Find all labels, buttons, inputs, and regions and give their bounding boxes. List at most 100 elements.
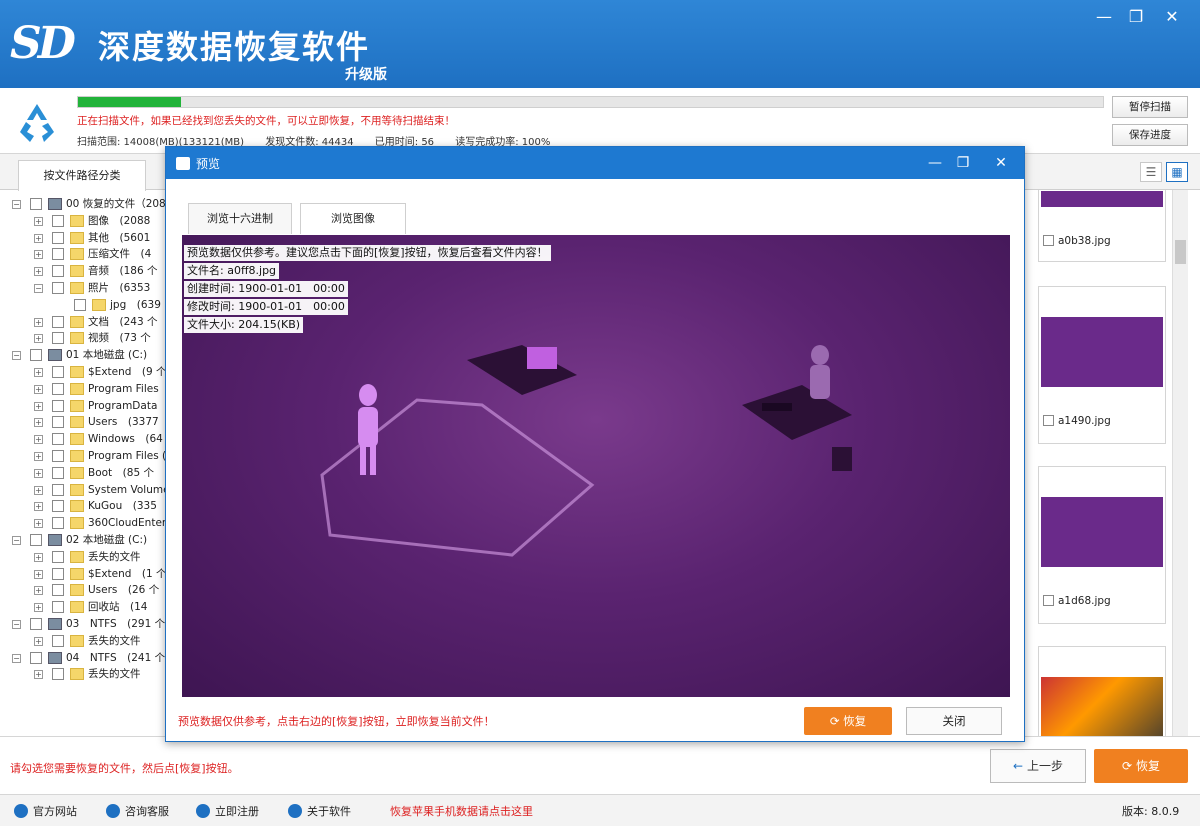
expand-icon[interactable]: + <box>34 670 43 680</box>
tree-row[interactable]: +360CloudEnter <box>8 515 168 532</box>
tree-row[interactable]: + 音频 (186 个 <box>8 263 168 280</box>
expand-icon[interactable]: + <box>34 468 43 478</box>
tree-checkbox[interactable] <box>52 416 64 429</box>
expand-icon[interactable]: + <box>34 636 43 646</box>
tab-by-path[interactable]: 按文件路径分类 <box>18 160 146 191</box>
tree-row[interactable]: + Windows (64 <box>8 431 168 448</box>
tree-checkbox[interactable] <box>74 298 86 311</box>
tree-row[interactable]: − 照片 (6353 <box>8 280 168 297</box>
tree-row[interactable]: + $Extend (9 个 <box>8 364 168 381</box>
thumbnail-name[interactable]: a1490.jpg <box>1043 415 1111 427</box>
tree-row[interactable]: + 丢失的文件 <box>8 549 168 566</box>
file-checkbox[interactable] <box>1043 415 1054 426</box>
tree-checkbox[interactable] <box>52 567 64 580</box>
iphone-recovery-link[interactable]: 恢复苹果手机数据请点击这里 <box>390 803 533 819</box>
tree-checkbox[interactable] <box>52 517 64 530</box>
recover-button[interactable]: ⟳ 恢复 <box>1094 749 1188 783</box>
tree-checkbox[interactable] <box>52 584 64 597</box>
expand-icon[interactable]: + <box>34 216 43 226</box>
save-progress-button[interactable]: 保存进度 <box>1112 124 1188 146</box>
tree-checkbox[interactable] <box>52 382 64 395</box>
dialog-close-button[interactable]: 关闭 <box>906 707 1002 735</box>
tree-checkbox[interactable] <box>52 634 64 647</box>
tree-checkbox[interactable] <box>52 248 64 261</box>
tree-checkbox[interactable] <box>52 601 64 614</box>
expand-icon[interactable]: + <box>34 586 43 596</box>
restore-button[interactable]: ❐ <box>1122 6 1150 28</box>
tree-row[interactable]: + 回收站 (14 <box>8 599 168 616</box>
tree-row[interactable]: + $Extend (1 个 <box>8 566 168 583</box>
register-link[interactable]: 立即注册 <box>196 803 259 819</box>
dialog-title-bar[interactable]: 预览 — ❐ ✕ <box>166 147 1024 179</box>
expand-icon[interactable]: + <box>34 485 43 495</box>
dialog-recover-button[interactable]: ⟳ 恢复 <box>804 707 892 735</box>
thumbnail-name[interactable]: a1d68.jpg <box>1043 595 1111 607</box>
tree-row[interactable]: + Users (3377 <box>8 414 168 431</box>
tab-hex-view[interactable]: 浏览十六进制 <box>188 203 292 234</box>
tree-row[interactable]: − 00 恢复的文件（2088 <box>8 196 168 213</box>
list-view-icon[interactable]: ☰ <box>1140 162 1162 182</box>
tree-row[interactable]: + 丢失的文件 <box>8 666 168 683</box>
collapse-icon[interactable]: − <box>12 619 21 629</box>
tree-checkbox[interactable] <box>52 433 64 446</box>
expand-icon[interactable]: + <box>34 502 43 512</box>
tree-checkbox[interactable] <box>52 214 64 227</box>
tree-checkbox[interactable] <box>30 617 42 630</box>
collapse-icon[interactable]: − <box>12 351 21 361</box>
tree-row[interactable]: + 视频 (73 个 <box>8 330 168 347</box>
collapse-icon[interactable]: − <box>34 283 43 293</box>
dialog-restore-button[interactable]: ❐ <box>950 152 976 174</box>
expand-icon[interactable]: + <box>34 267 43 277</box>
tree-row[interactable]: + 丢失的文件 <box>8 633 168 650</box>
expand-icon[interactable]: + <box>34 334 43 344</box>
expand-icon[interactable]: + <box>34 451 43 461</box>
tree-row[interactable]: + Program Files ( <box>8 448 168 465</box>
grid-scrollbar[interactable] <box>1172 190 1188 736</box>
tree-row[interactable]: − 04 NTFS (241 个 <box>8 650 168 667</box>
expand-icon[interactable]: + <box>34 250 43 260</box>
previous-step-button[interactable]: ← 上一步 <box>990 749 1086 783</box>
tree-checkbox[interactable] <box>52 500 64 513</box>
expand-icon[interactable]: + <box>34 519 43 529</box>
tree-checkbox[interactable] <box>52 466 64 479</box>
thumbnail-card[interactable]: a1490.jpg <box>1038 286 1166 444</box>
tree-row[interactable]: + 其他 (5601 <box>8 230 168 247</box>
grid-view-icon[interactable]: ▦ <box>1166 162 1188 182</box>
pause-scan-button[interactable]: 暂停扫描 <box>1112 96 1188 118</box>
file-checkbox[interactable] <box>1043 595 1054 606</box>
expand-icon[interactable]: + <box>34 569 43 579</box>
tree-checkbox[interactable] <box>30 651 42 664</box>
tree-row[interactable]: jpg (639 <box>8 297 168 314</box>
scroll-thumb[interactable] <box>1175 240 1186 264</box>
minimize-button[interactable]: — <box>1090 6 1118 28</box>
expand-icon[interactable]: + <box>34 233 43 243</box>
tree-row[interactable]: + KuGou (335 <box>8 498 168 515</box>
tree-row[interactable]: − 01 本地磁盘 (C:) <box>8 347 168 364</box>
tree-row[interactable]: − 03 NTFS (291 个 <box>8 616 168 633</box>
tree-checkbox[interactable] <box>52 365 64 378</box>
expand-icon[interactable]: + <box>34 603 43 613</box>
tree-row[interactable]: + Boot (85 个 <box>8 465 168 482</box>
tree-row[interactable]: + ProgramData <box>8 398 168 415</box>
collapse-icon[interactable]: − <box>12 200 21 209</box>
expand-icon[interactable]: + <box>34 418 43 428</box>
expand-icon[interactable]: + <box>34 401 43 411</box>
expand-icon[interactable]: + <box>34 384 43 394</box>
tree-checkbox[interactable] <box>52 265 64 278</box>
thumbnail-card[interactable]: a1d68.jpg <box>1038 466 1166 624</box>
tree-row[interactable]: + 图像 (2088 <box>8 213 168 230</box>
thumbnail-card[interactable]: a0b38.jpg <box>1038 190 1166 262</box>
expand-icon[interactable]: + <box>34 317 43 327</box>
collapse-icon[interactable]: − <box>12 653 21 663</box>
tree-row[interactable]: + System Volume <box>8 482 168 499</box>
tree-checkbox[interactable] <box>52 550 64 563</box>
file-checkbox[interactable] <box>1043 235 1054 246</box>
official-site-link[interactable]: 官方网站 <box>14 803 77 819</box>
tree-row[interactable]: + Users (26 个 <box>8 582 168 599</box>
support-link[interactable]: 咨询客服 <box>106 803 169 819</box>
tree-checkbox[interactable] <box>52 399 64 412</box>
expand-icon[interactable]: + <box>34 367 43 377</box>
thumbnail-card[interactable] <box>1038 646 1166 736</box>
tree-checkbox[interactable] <box>52 231 64 244</box>
about-link[interactable]: 关于软件 <box>288 803 351 819</box>
